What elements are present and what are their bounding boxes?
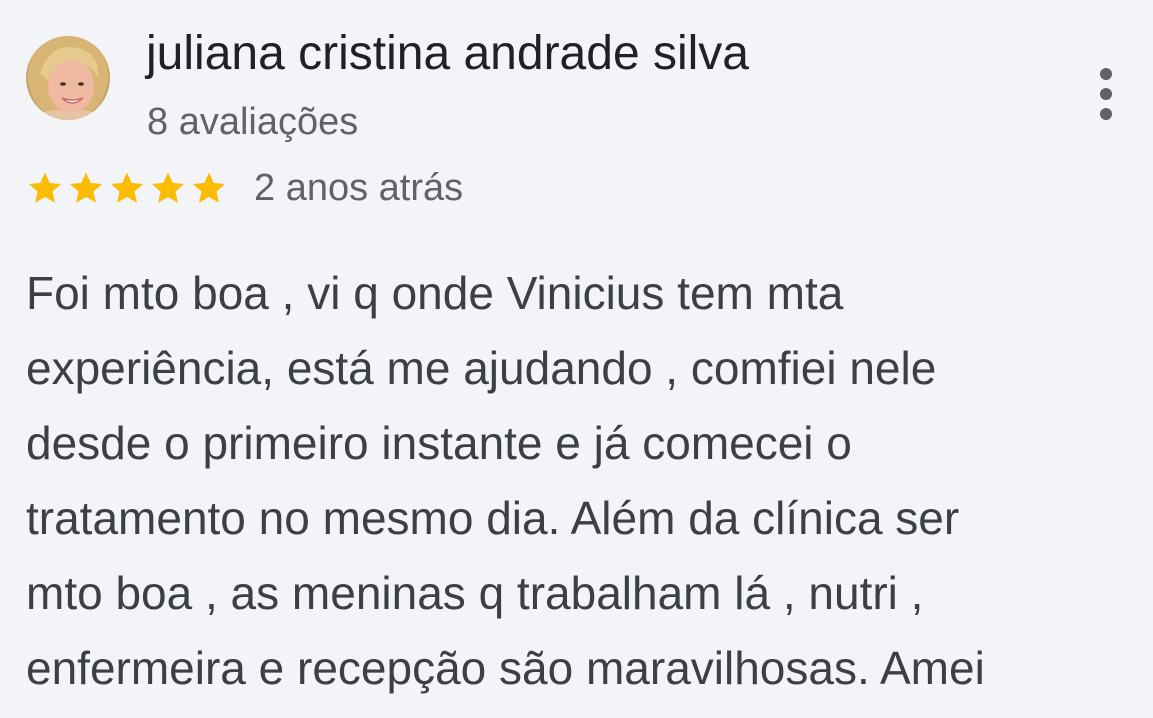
more-vertical-icon-dot <box>1100 108 1112 120</box>
reviewer-avatar[interactable] <box>26 36 110 120</box>
star-icon <box>190 169 228 207</box>
star-rating <box>26 169 228 207</box>
star-icon <box>26 169 64 207</box>
reviewer-name[interactable]: juliana cristina andrade silva <box>146 26 749 82</box>
review-text-line: mto boa , as meninas q trabalham lá , nu… <box>26 567 924 619</box>
reviewer-review-count: 8 avaliações <box>147 101 359 143</box>
rating-row: 2 anos atrás <box>26 166 463 210</box>
avatar-photo-icon <box>26 36 110 120</box>
review-text-line: Foi mto boa , vi q onde Vinicius tem mta <box>26 267 844 319</box>
review-time: 2 anos atrás <box>254 167 464 209</box>
star-icon <box>108 169 146 207</box>
review-text-line: desde o primeiro instante e já comecei o <box>26 417 852 469</box>
review-text-line: tratamento no mesmo dia. Além da clínica… <box>26 492 960 544</box>
review-text: Foi mto boa , vi q onde Vinicius tem mta… <box>26 256 1136 706</box>
review-card: juliana cristina andrade silva 8 avaliaç… <box>0 0 1153 718</box>
star-icon <box>67 169 105 207</box>
more-vertical-icon-dot <box>1100 88 1112 100</box>
more-options-button[interactable] <box>1086 64 1126 124</box>
more-vertical-icon-dot <box>1100 68 1112 80</box>
star-icon <box>149 169 187 207</box>
review-text-line: experiência, está me ajudando , comfiei … <box>26 342 937 394</box>
review-text-line: enfermeira e recepção são maravilhosas. … <box>26 642 985 694</box>
